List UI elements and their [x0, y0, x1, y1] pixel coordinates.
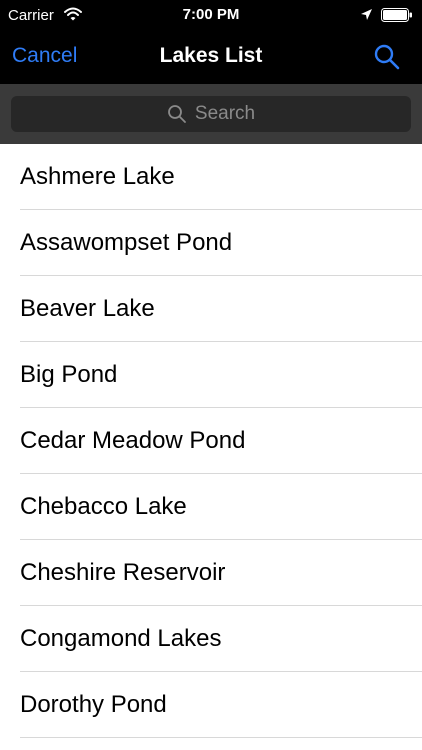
lake-list: Ashmere Lake Assawompset Pond Beaver Lak…	[0, 144, 422, 738]
lake-name: Big Pond	[20, 361, 118, 388]
lake-name: Congamond Lakes	[20, 625, 222, 652]
list-item[interactable]: Cheshire Reservoir	[0, 540, 422, 606]
row-divider	[20, 737, 422, 738]
lake-name: Cheshire Reservoir	[20, 559, 226, 586]
status-bar: Carrier 7:00 PM	[0, 0, 422, 30]
status-time: 7:00 PM	[182, 6, 240, 23]
list-item[interactable]: Congamond Lakes	[0, 606, 422, 672]
search-bar: Search	[0, 84, 422, 144]
page-title: Lakes List	[159, 44, 263, 67]
list-item[interactable]: Cedar Meadow Pond	[0, 408, 422, 474]
lake-name: Cedar Meadow Pond	[20, 427, 246, 454]
lake-name: Chebacco Lake	[20, 493, 187, 520]
list-item[interactable]: Ashmere Lake	[0, 144, 422, 210]
list-item[interactable]: Dorothy Pond	[0, 672, 422, 738]
navigation-bar: Cancel Lakes List	[0, 30, 422, 84]
lake-name: Ashmere Lake	[20, 163, 175, 190]
list-item[interactable]: Chebacco Lake	[0, 474, 422, 540]
search-icon	[374, 44, 400, 70]
list-item[interactable]: Big Pond	[0, 342, 422, 408]
list-item[interactable]: Assawompset Pond	[0, 210, 422, 276]
magnifier-icon	[167, 105, 186, 123]
lake-name: Dorothy Pond	[20, 691, 167, 718]
search-placeholder: Search	[194, 103, 256, 124]
search-input[interactable]: Search	[11, 96, 411, 132]
battery-icon	[381, 8, 413, 26]
lake-name: Beaver Lake	[20, 295, 155, 322]
search-button[interactable]	[370, 40, 404, 74]
lakes-list-screen: Carrier 7:00 PM Cancel Lakes List Search…	[0, 0, 422, 750]
lake-name: Assawompset Pond	[20, 229, 233, 256]
location-arrow-icon	[360, 8, 373, 25]
list-item[interactable]: Beaver Lake	[0, 276, 422, 342]
